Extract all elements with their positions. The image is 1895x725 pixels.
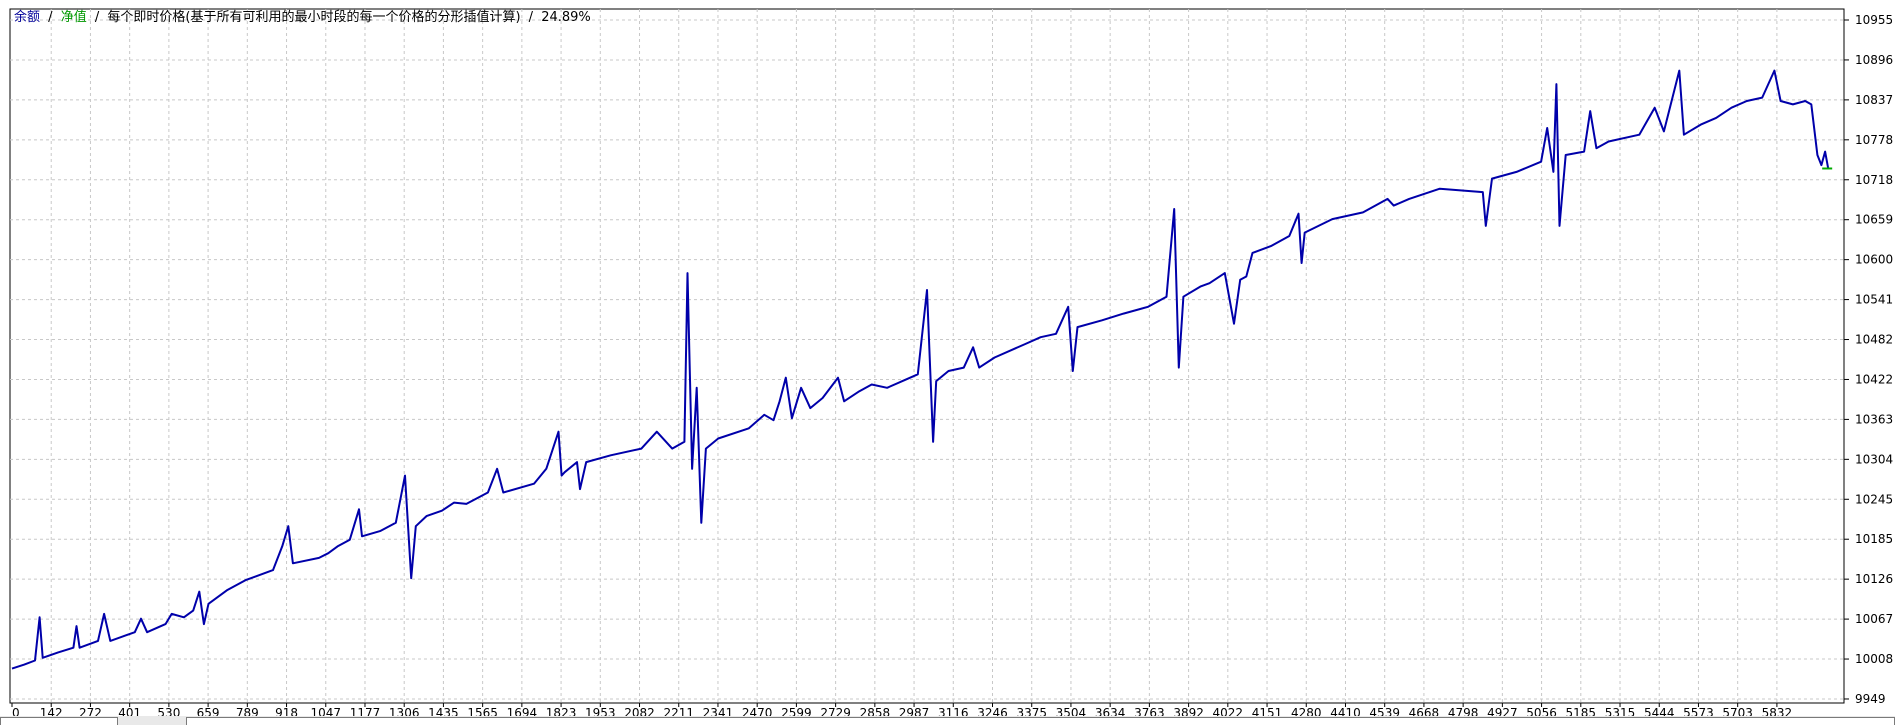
y-tick-label: 10067 bbox=[1855, 612, 1893, 626]
y-tick-label: 10245 bbox=[1855, 492, 1893, 506]
y-tick-label: 10304 bbox=[1855, 452, 1893, 466]
y-tick-label: 10659 bbox=[1855, 213, 1893, 227]
y-tick-label: 10422 bbox=[1855, 372, 1893, 386]
y-tick-label: 10126 bbox=[1855, 572, 1893, 586]
status-strip-right bbox=[186, 717, 1895, 725]
legend-separator: / bbox=[95, 10, 100, 25]
y-tick-label: 10778 bbox=[1855, 133, 1893, 147]
y-tick-label: 10541 bbox=[1855, 293, 1893, 307]
plot-area bbox=[9, 8, 1845, 704]
y-tick-label: 10600 bbox=[1855, 253, 1893, 267]
y-tick-label: 10718 bbox=[1855, 173, 1893, 187]
y-tick-label: 10896 bbox=[1855, 53, 1893, 67]
y-tick-label: 10837 bbox=[1855, 93, 1893, 107]
legend-percent: 24.89% bbox=[541, 10, 591, 25]
y-tick-label: 10482 bbox=[1855, 333, 1893, 347]
legend-separator: / bbox=[48, 10, 53, 25]
y-tick-label: 10008 bbox=[1855, 652, 1893, 666]
legend-equity-label: 净值 bbox=[61, 9, 87, 25]
y-tick-label: 10363 bbox=[1855, 412, 1893, 426]
legend-description: 每个即时价格(基于所有可利用的最小时段的每一个价格的分形插值计算) bbox=[107, 9, 520, 25]
chart-legend: 余额 / 净值 / 每个即时价格(基于所有可利用的最小时段的每一个价格的分形插值… bbox=[14, 9, 591, 25]
y-axis: 10955 10896 10837 10778 10718 10659 10600 10541… bbox=[1844, 13, 1893, 706]
y-tick-label: 10185 bbox=[1855, 532, 1893, 546]
equity-chart: 10955 10896 10837 10778 10718 10659 10600 10541… bbox=[9, 8, 1893, 720]
y-tick-label: 10955 bbox=[1855, 13, 1893, 27]
y-tick-label: 9949 bbox=[1855, 692, 1886, 706]
status-strip-left bbox=[0, 717, 118, 725]
legend-balance-label: 余额 bbox=[14, 9, 40, 25]
legend-separator: / bbox=[529, 10, 534, 25]
